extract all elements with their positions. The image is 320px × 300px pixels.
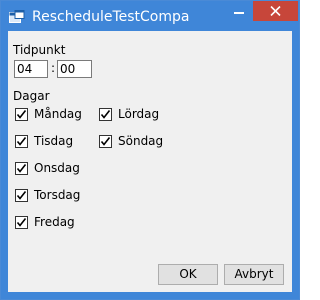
minimize-icon <box>234 12 244 14</box>
dialog-window: RescheduleTestCompa Tidpunkt : Dagar Mån… <box>0 0 300 300</box>
days-label: Dagar <box>13 89 50 103</box>
close-icon <box>270 6 281 16</box>
checkbox-label: Onsdag <box>34 161 80 175</box>
checkbox-label: Fredag <box>34 215 75 229</box>
app-window-icon <box>9 9 25 23</box>
checkbox-thursday[interactable]: Torsdag <box>15 188 100 205</box>
checkmark-icon <box>16 164 27 173</box>
checkbox-box[interactable] <box>99 108 112 121</box>
hour-input[interactable] <box>17 61 47 77</box>
title-bar[interactable]: RescheduleTestCompa <box>1 1 299 31</box>
checkbox-friday[interactable]: Fredag <box>15 215 100 232</box>
cancel-button[interactable]: Avbryt <box>224 264 284 285</box>
minute-input[interactable] <box>60 61 91 77</box>
checkbox-monday[interactable]: Måndag <box>15 107 100 124</box>
close-button[interactable] <box>253 1 298 21</box>
checkbox-box[interactable] <box>15 108 28 121</box>
checkmark-icon <box>16 110 27 119</box>
checkbox-sunday[interactable]: Söndag <box>99 134 184 151</box>
checkbox-label: Söndag <box>118 134 164 148</box>
checkbox-box[interactable] <box>15 189 28 202</box>
checkbox-label: Torsdag <box>34 188 81 202</box>
time-label: Tidpunkt <box>13 43 66 57</box>
checkbox-box[interactable] <box>99 135 112 148</box>
checkmark-icon <box>100 137 111 146</box>
checkbox-box[interactable] <box>15 162 28 175</box>
checkmark-icon <box>16 137 27 146</box>
checkmark-icon <box>16 191 27 200</box>
checkbox-label: Tisdag <box>34 134 74 148</box>
checkmark-icon <box>16 218 27 227</box>
checkbox-label: Lördag <box>118 107 160 121</box>
checkbox-box[interactable] <box>15 216 28 229</box>
checkbox-saturday[interactable]: Lördag <box>99 107 184 124</box>
hour-field[interactable] <box>14 60 48 78</box>
ok-button[interactable]: OK <box>158 264 218 285</box>
minimize-button[interactable] <box>227 1 251 21</box>
checkbox-box[interactable] <box>15 135 28 148</box>
checkbox-label: Måndag <box>34 107 82 121</box>
time-separator: : <box>51 61 56 75</box>
minute-field[interactable] <box>57 60 92 78</box>
window-title: RescheduleTestCompa <box>32 9 190 25</box>
checkbox-wednesday[interactable]: Onsdag <box>15 161 100 178</box>
checkbox-tuesday[interactable]: Tisdag <box>15 134 100 151</box>
dialog-content: Tidpunkt : Dagar Måndag Tisdag Onsdag <box>8 31 292 292</box>
checkmark-icon <box>100 110 111 119</box>
